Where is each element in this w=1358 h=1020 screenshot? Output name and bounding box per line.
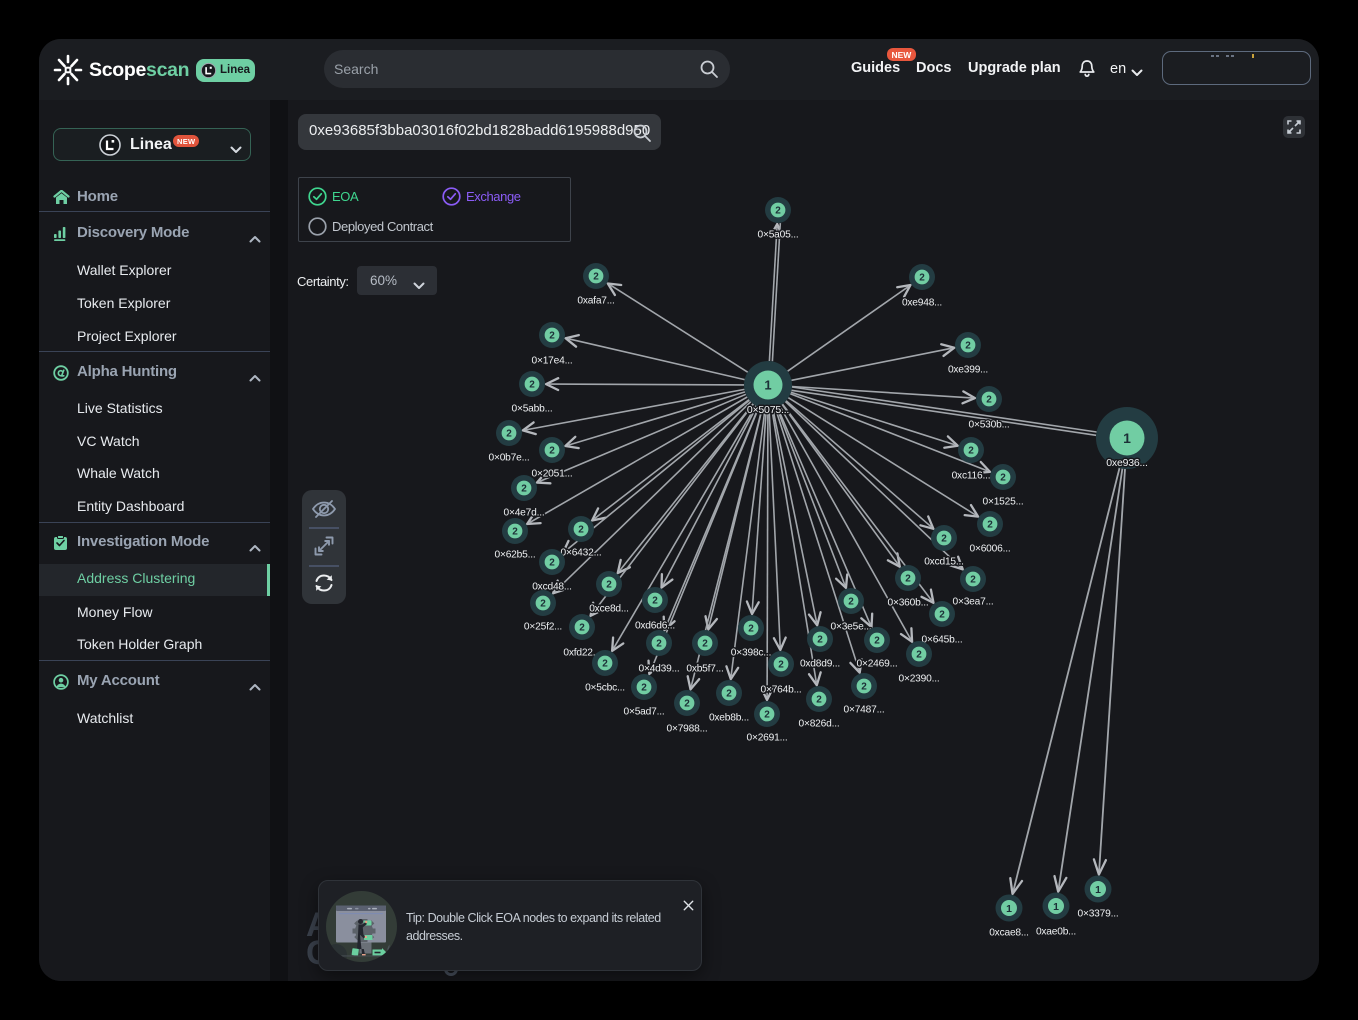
svg-text:2: 2 — [521, 484, 527, 495]
svg-text:2: 2 — [549, 558, 555, 569]
svg-text:0xb5f7...: 0xb5f7... — [686, 664, 723, 675]
svg-text:2: 2 — [579, 623, 585, 634]
svg-text:0×2691...: 0×2691... — [747, 733, 788, 744]
svg-text:0×5ad7...: 0×5ad7... — [624, 707, 665, 718]
svg-text:2: 2 — [1000, 473, 1006, 484]
svg-text:0×5075...: 0×5075... — [747, 404, 789, 416]
svg-text:0xe936...: 0xe936... — [1106, 457, 1147, 469]
svg-text:2: 2 — [861, 682, 867, 693]
svg-text:2: 2 — [916, 650, 922, 661]
svg-text:1: 1 — [1053, 901, 1059, 913]
svg-text:2: 2 — [702, 639, 708, 650]
svg-text:0×5cbc...: 0×5cbc... — [585, 683, 625, 694]
svg-text:0×398c...: 0×398c... — [731, 648, 771, 659]
svg-text:0×3379...: 0×3379... — [1078, 909, 1119, 920]
svg-text:2: 2 — [606, 580, 612, 591]
svg-text:0×62b5...: 0×62b5... — [495, 550, 536, 561]
svg-text:0×360b...: 0×360b... — [888, 598, 929, 609]
svg-text:0×1525...: 0×1525... — [983, 497, 1024, 508]
svg-text:1: 1 — [1006, 903, 1012, 915]
svg-text:2: 2 — [726, 689, 732, 700]
svg-text:2: 2 — [874, 636, 880, 647]
svg-text:0xae0b...: 0xae0b... — [1036, 927, 1076, 938]
svg-text:2: 2 — [512, 527, 518, 538]
svg-text:2: 2 — [905, 574, 911, 585]
svg-text:2: 2 — [968, 446, 974, 457]
svg-text:2: 2 — [987, 520, 993, 531]
svg-text:2: 2 — [986, 395, 992, 406]
svg-text:0xd8d9...: 0xd8d9... — [800, 659, 840, 670]
svg-text:2: 2 — [506, 429, 512, 440]
svg-text:0×4e7d...: 0×4e7d... — [504, 508, 545, 519]
svg-text:2: 2 — [778, 660, 784, 671]
svg-text:0xe948...: 0xe948... — [902, 298, 942, 309]
svg-text:0xc116...: 0xc116... — [952, 471, 991, 482]
svg-text:1: 1 — [1095, 884, 1101, 896]
svg-text:2: 2 — [602, 659, 608, 670]
svg-text:0×6432...: 0×6432... — [561, 548, 602, 559]
svg-text:0×0b7e...: 0×0b7e... — [489, 453, 530, 464]
svg-text:0xe399...: 0xe399... — [948, 365, 988, 376]
svg-text:0xd6d6...: 0xd6d6... — [635, 621, 675, 632]
svg-text:0×5abb...: 0×5abb... — [512, 404, 553, 415]
svg-text:2: 2 — [848, 597, 854, 608]
svg-text:0×7487...: 0×7487... — [844, 705, 885, 716]
svg-text:0×826d...: 0×826d... — [799, 719, 840, 730]
svg-text:0×2390...: 0×2390... — [899, 674, 940, 685]
svg-text:0×4d39...: 0×4d39... — [639, 664, 680, 675]
svg-text:2: 2 — [684, 699, 690, 710]
svg-text:0×7988...: 0×7988... — [667, 724, 708, 735]
svg-text:2: 2 — [641, 683, 647, 694]
svg-text:2: 2 — [540, 599, 546, 610]
svg-text:0×764b...: 0×764b... — [761, 685, 802, 696]
svg-text:2: 2 — [775, 206, 781, 217]
svg-text:0xafa7...: 0xafa7... — [577, 296, 614, 307]
svg-text:2: 2 — [817, 635, 823, 646]
svg-text:2: 2 — [764, 710, 770, 721]
svg-text:2: 2 — [965, 341, 971, 352]
svg-text:0×645b...: 0×645b... — [922, 635, 963, 646]
svg-text:0xce8d...: 0xce8d... — [589, 604, 629, 615]
svg-text:2: 2 — [970, 575, 976, 586]
svg-text:0×2051...: 0×2051... — [532, 469, 573, 480]
svg-text:2: 2 — [656, 639, 662, 650]
svg-text:2: 2 — [941, 534, 947, 545]
svg-text:0xeb8b...: 0xeb8b... — [709, 713, 749, 724]
svg-text:2: 2 — [549, 446, 555, 457]
svg-text:2: 2 — [549, 331, 555, 342]
svg-text:2: 2 — [593, 272, 599, 283]
svg-text:0×2469...: 0×2469... — [857, 659, 898, 670]
svg-text:0×3ea7...: 0×3ea7... — [953, 597, 994, 608]
svg-text:0×5a05...: 0×5a05... — [758, 230, 799, 241]
svg-text:0×25f2...: 0×25f2... — [524, 622, 562, 633]
svg-text:0xcd15...: 0xcd15... — [924, 557, 964, 568]
svg-text:2: 2 — [939, 610, 945, 621]
svg-text:0×530b...: 0×530b... — [969, 420, 1010, 431]
svg-text:0×3e5e...: 0×3e5e... — [831, 622, 872, 633]
svg-text:0×17e4...: 0×17e4... — [532, 356, 573, 367]
svg-text:1: 1 — [1123, 430, 1131, 446]
svg-text:2: 2 — [748, 624, 754, 635]
svg-text:2: 2 — [529, 380, 535, 391]
svg-text:0×6006...: 0×6006... — [970, 544, 1011, 555]
svg-text:0xcae8...: 0xcae8... — [989, 928, 1029, 939]
svg-text:2: 2 — [652, 596, 658, 607]
svg-text:2: 2 — [578, 525, 584, 536]
svg-text:1: 1 — [764, 378, 771, 393]
svg-text:2: 2 — [816, 695, 822, 706]
svg-text:2: 2 — [919, 273, 925, 284]
